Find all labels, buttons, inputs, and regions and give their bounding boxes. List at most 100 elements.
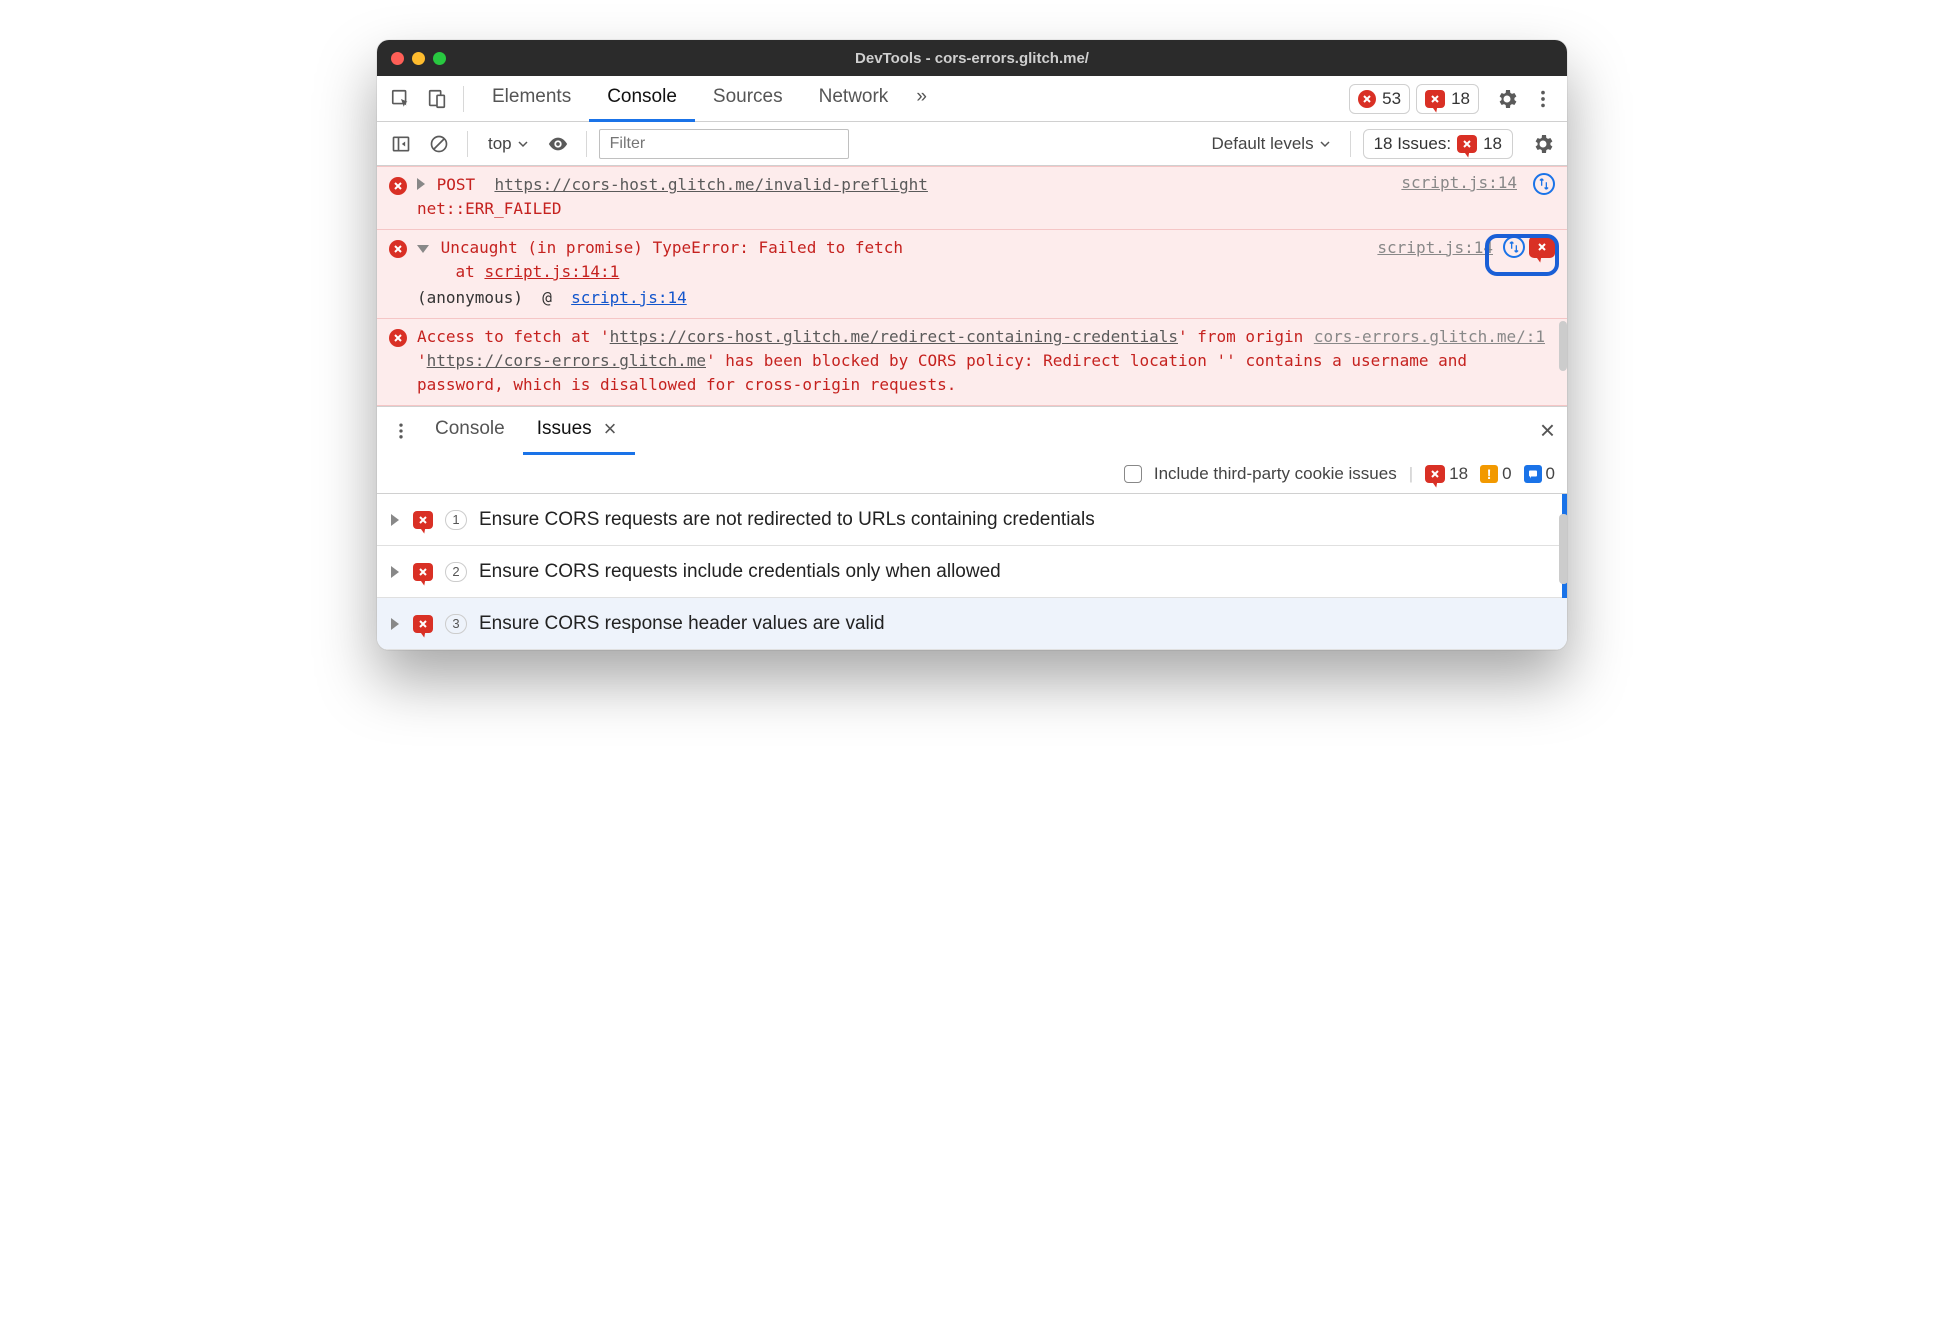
issue-icon bbox=[413, 511, 433, 529]
expand-icon[interactable] bbox=[417, 178, 425, 190]
message-content: Uncaught (in promise) TypeError: Failed … bbox=[417, 236, 1367, 310]
more-menu-icon[interactable] bbox=[1527, 83, 1559, 115]
status-badges: 53 18 bbox=[1349, 84, 1479, 114]
issue-icon bbox=[1457, 135, 1477, 153]
show-sidebar-icon[interactable] bbox=[385, 128, 417, 160]
issues-button-label: 18 Issues: bbox=[1374, 134, 1452, 154]
scrollbar-thumb[interactable] bbox=[1559, 514, 1567, 584]
source-link[interactable]: cors-errors.glitch.me/:1 bbox=[1314, 325, 1545, 349]
separator bbox=[1350, 131, 1351, 157]
panel-tabs: Elements Console Sources Network » bbox=[474, 76, 937, 122]
message-content: cors-errors.glitch.me/:1 Access to fetch… bbox=[417, 325, 1555, 397]
issue-row[interactable]: 3 Ensure CORS response header values are… bbox=[377, 598, 1567, 650]
expand-icon[interactable] bbox=[391, 514, 399, 526]
window-controls bbox=[391, 52, 446, 65]
request-url[interactable]: https://cors-host.glitch.me/invalid-pref… bbox=[494, 175, 927, 194]
tab-elements[interactable]: Elements bbox=[474, 76, 589, 122]
expand-icon[interactable] bbox=[391, 566, 399, 578]
issues-toolbar: Include third-party cookie issues | 18 !… bbox=[377, 454, 1567, 494]
log-levels-label: Default levels bbox=[1212, 134, 1314, 154]
errors-badge[interactable]: 53 bbox=[1349, 84, 1410, 114]
issue-row[interactable]: 1 Ensure CORS requests are not redirecte… bbox=[377, 494, 1567, 546]
issues-badge[interactable]: 18 bbox=[1416, 84, 1479, 114]
anon-label: (anonymous) bbox=[417, 288, 523, 307]
error-icon bbox=[389, 177, 407, 195]
settings-gear-icon[interactable] bbox=[1491, 83, 1523, 115]
pill-count: 0 bbox=[1502, 464, 1511, 484]
context-dropdown[interactable]: top bbox=[480, 134, 536, 154]
expand-icon[interactable] bbox=[391, 618, 399, 630]
request-url[interactable]: https://cors-host.glitch.me/redirect-con… bbox=[610, 327, 1178, 346]
close-window-button[interactable] bbox=[391, 52, 404, 65]
errors-pill[interactable]: 18 bbox=[1425, 464, 1468, 484]
pill-count: 18 bbox=[1449, 464, 1468, 484]
filter-input[interactable] bbox=[599, 129, 849, 159]
scrollbar-thumb[interactable] bbox=[1559, 321, 1567, 371]
live-expression-icon[interactable] bbox=[542, 128, 574, 160]
issues-list: 1 Ensure CORS requests are not redirecte… bbox=[377, 494, 1567, 650]
tab-network[interactable]: Network bbox=[801, 76, 907, 122]
separator bbox=[467, 131, 468, 157]
stack-at: at bbox=[456, 262, 485, 281]
tab-sources[interactable]: Sources bbox=[695, 76, 801, 122]
third-party-checkbox[interactable] bbox=[1124, 465, 1142, 483]
issue-count: 2 bbox=[445, 562, 467, 582]
drawer-tab-issues[interactable]: Issues × bbox=[523, 407, 635, 455]
maximize-window-button[interactable] bbox=[433, 52, 446, 65]
console-error-row[interactable]: POST https://cors-host.glitch.me/invalid… bbox=[377, 166, 1567, 230]
issues-button[interactable]: 18 Issues: 18 bbox=[1363, 129, 1513, 159]
toggle-device-icon[interactable] bbox=[421, 83, 453, 115]
issue-count: 3 bbox=[445, 614, 467, 634]
issue-title: Ensure CORS requests include credentials… bbox=[479, 561, 1001, 583]
issue-title: Ensure CORS requests are not redirected … bbox=[479, 509, 1095, 531]
drawer-more-icon[interactable] bbox=[385, 415, 417, 447]
close-tab-icon[interactable]: × bbox=[600, 412, 621, 446]
anon-location[interactable]: script.js:14 bbox=[571, 288, 687, 307]
console-messages: POST https://cors-host.glitch.me/invalid… bbox=[377, 166, 1567, 406]
issue-title: Ensure CORS response header values are v… bbox=[479, 613, 885, 635]
source-link[interactable]: script.js:14 bbox=[1377, 238, 1493, 257]
error-icon bbox=[389, 329, 407, 347]
inspect-element-icon[interactable] bbox=[385, 83, 417, 115]
minimize-window-button[interactable] bbox=[412, 52, 425, 65]
errors-count: 53 bbox=[1382, 89, 1401, 109]
error-headline: Uncaught (in promise) TypeError: Failed … bbox=[441, 238, 903, 257]
message-content: POST https://cors-host.glitch.me/invalid… bbox=[417, 173, 1391, 221]
separator bbox=[463, 86, 464, 112]
tab-overflow[interactable]: » bbox=[906, 76, 937, 122]
anon-at: @ bbox=[542, 288, 552, 307]
tab-console[interactable]: Console bbox=[589, 76, 695, 122]
info-pill[interactable]: 0 bbox=[1524, 464, 1555, 484]
source-link[interactable]: script.js:14 bbox=[1401, 173, 1517, 192]
pill-count: 0 bbox=[1546, 464, 1555, 484]
issue-icon bbox=[1425, 465, 1445, 483]
console-settings-gear-icon[interactable] bbox=[1527, 128, 1559, 160]
drawer-tab-console[interactable]: Console bbox=[421, 407, 519, 455]
log-levels-dropdown[interactable]: Default levels bbox=[1204, 134, 1338, 154]
console-error-row[interactable]: cors-errors.glitch.me/:1 Access to fetch… bbox=[377, 319, 1567, 406]
origin-url[interactable]: https://cors-errors.glitch.me bbox=[427, 351, 706, 370]
drawer-tab-label: Issues bbox=[537, 418, 592, 440]
issue-icon bbox=[413, 563, 433, 581]
http-method: POST bbox=[437, 175, 476, 194]
titlebar: DevTools - cors-errors.glitch.me/ bbox=[377, 40, 1567, 76]
checkbox-label: Include third-party cookie issues bbox=[1154, 464, 1397, 484]
stack-location[interactable]: script.js:14:1 bbox=[484, 262, 619, 281]
info-icon bbox=[1524, 465, 1542, 483]
drawer-tabs: Console Issues × × bbox=[377, 406, 1567, 454]
network-icon[interactable] bbox=[1503, 236, 1525, 258]
warnings-pill[interactable]: ! 0 bbox=[1480, 464, 1511, 484]
console-error-row[interactable]: Uncaught (in promise) TypeError: Failed … bbox=[377, 230, 1567, 319]
issue-icon[interactable] bbox=[1529, 236, 1555, 258]
collapse-icon[interactable] bbox=[417, 245, 429, 253]
separator bbox=[586, 131, 587, 157]
warning-icon: ! bbox=[1480, 465, 1498, 483]
issue-icon bbox=[1425, 90, 1445, 108]
issue-row[interactable]: 2 Ensure CORS requests include credentia… bbox=[377, 546, 1567, 598]
window-title: DevTools - cors-errors.glitch.me/ bbox=[377, 50, 1567, 67]
clear-console-icon[interactable] bbox=[423, 128, 455, 160]
msg-text: Access to fetch at ' bbox=[417, 327, 610, 346]
close-drawer-icon[interactable]: × bbox=[1536, 411, 1559, 450]
issue-icon bbox=[413, 615, 433, 633]
network-icon[interactable] bbox=[1533, 173, 1555, 195]
